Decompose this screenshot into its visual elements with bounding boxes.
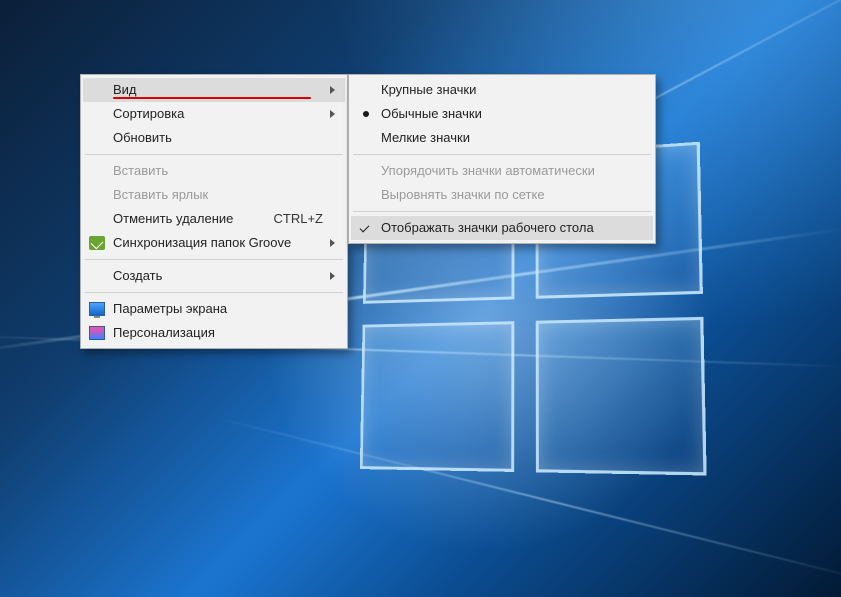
annotation-underline [113, 97, 311, 99]
menu-item-display-settings[interactable]: Параметры экрана [83, 297, 345, 321]
menu-item-label: Вставить [113, 159, 323, 183]
menu-item-personalize[interactable]: Персонализация [83, 321, 345, 345]
submenu-item-auto-arrange[interactable]: Упорядочить значки автоматически [351, 159, 653, 183]
submenu-arrow-icon [330, 86, 335, 94]
menu-item-view[interactable]: Вид [83, 78, 345, 102]
submenu-item-large-icons[interactable]: Крупные значки [351, 78, 653, 102]
view-submenu: Крупные значки Обычные значки Мелкие зна… [348, 74, 656, 244]
menu-item-label: Создать [113, 264, 323, 288]
submenu-arrow-icon [330, 110, 335, 118]
menu-item-label: Параметры экрана [113, 297, 323, 321]
menu-item-undo-delete[interactable]: Отменить удаление CTRL+Z [83, 207, 345, 231]
menu-item-new[interactable]: Создать [83, 264, 345, 288]
menu-item-label: Сортировка [113, 102, 323, 126]
menu-item-label: Выровнять значки по сетке [381, 183, 631, 207]
menu-separator [353, 211, 651, 212]
menu-item-label: Обычные значки [381, 102, 631, 126]
personalize-icon [89, 326, 105, 340]
submenu-item-medium-icons[interactable]: Обычные значки [351, 102, 653, 126]
submenu-arrow-icon [330, 272, 335, 280]
menu-separator [85, 259, 343, 260]
menu-separator [85, 292, 343, 293]
menu-item-label: Упорядочить значки автоматически [381, 159, 631, 183]
radio-selected-icon [363, 111, 369, 117]
submenu-arrow-icon [330, 239, 335, 247]
submenu-item-show-desktop-icons[interactable]: Отображать значки рабочего стола [351, 216, 653, 240]
submenu-item-small-icons[interactable]: Мелкие значки [351, 126, 653, 150]
menu-item-label: Вставить ярлык [113, 183, 323, 207]
menu-item-label: Отображать значки рабочего стола [381, 216, 631, 240]
display-icon [89, 302, 105, 316]
menu-item-paste-shortcut: Вставить ярлык [83, 183, 345, 207]
menu-item-label: Крупные значки [381, 78, 631, 102]
menu-item-label: Обновить [113, 126, 323, 150]
menu-item-refresh[interactable]: Обновить [83, 126, 345, 150]
desktop-context-menu: Вид Сортировка Обновить Вставить Вставит… [80, 74, 348, 349]
menu-item-groove-sync[interactable]: Синхронизация папок Groove [83, 231, 345, 255]
menu-item-label: Отменить удаление [113, 207, 258, 231]
menu-separator [85, 154, 343, 155]
groove-icon [89, 236, 105, 250]
menu-item-sort[interactable]: Сортировка [83, 102, 345, 126]
menu-item-label: Синхронизация папок Groove [113, 231, 323, 255]
menu-separator [353, 154, 651, 155]
checkmark-icon [360, 223, 370, 233]
submenu-item-align-grid[interactable]: Выровнять значки по сетке [351, 183, 653, 207]
menu-item-paste: Вставить [83, 159, 345, 183]
menu-item-label: Персонализация [113, 321, 323, 345]
menu-item-shortcut: CTRL+Z [274, 207, 323, 231]
menu-item-label: Мелкие значки [381, 126, 631, 150]
